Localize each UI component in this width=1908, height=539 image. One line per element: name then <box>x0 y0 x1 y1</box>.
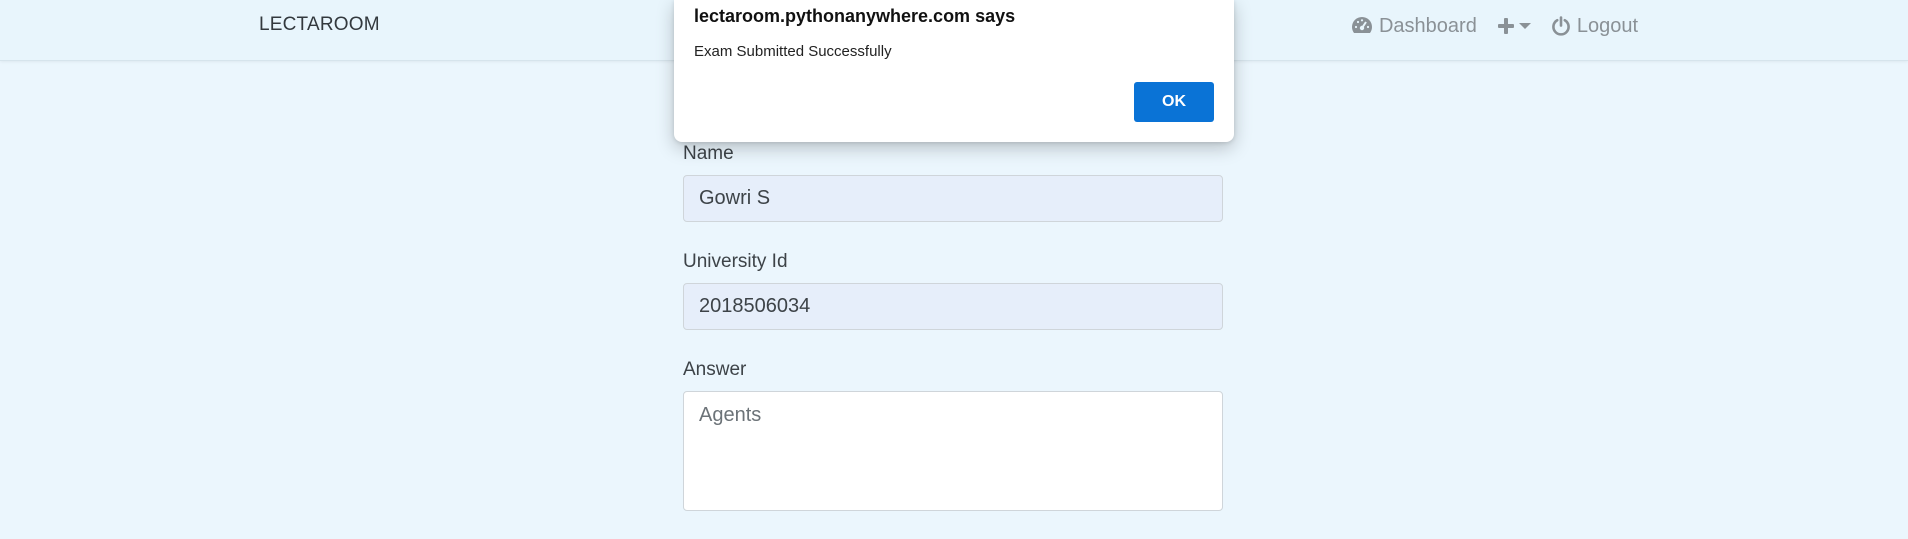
logout-link[interactable]: Logout <box>1551 15 1638 38</box>
name-group: Name Gowri S <box>683 142 1223 222</box>
tachometer-icon <box>1351 16 1373 36</box>
university-id-label: University Id <box>683 251 788 272</box>
exam-form: Name Gowri S University Id 2018506034 An… <box>683 142 1223 539</box>
university-id-group: University Id 2018506034 <box>683 250 1223 330</box>
answer-label: Answer <box>683 359 747 380</box>
power-icon <box>1551 16 1571 36</box>
dialog-title: lectaroom.pythonanywhere.com says <box>694 6 1016 26</box>
name-label: Name <box>683 143 734 164</box>
dashboard-link[interactable]: Dashboard <box>1351 15 1477 38</box>
name-input[interactable]: Gowri S <box>683 175 1223 222</box>
dialog-message: Exam Submitted Successfully <box>694 43 892 60</box>
answer-textarea[interactable]: Agents <box>683 391 1223 511</box>
nav-right: Dashboard Logout <box>1351 12 1638 40</box>
plus-icon <box>1497 17 1515 35</box>
alert-dialog: lectaroom.pythonanywhere.com says Exam S… <box>674 0 1234 142</box>
answer-group: Answer Agents <box>683 358 1223 511</box>
university-id-input[interactable]: 2018506034 <box>683 283 1223 330</box>
dashboard-label: Dashboard <box>1378 14 1477 37</box>
caret-down-icon <box>1518 22 1531 30</box>
ok-button[interactable]: OK <box>1134 82 1214 122</box>
brand-logo[interactable]: LECTAROOM <box>259 14 380 36</box>
logout-label: Logout <box>1576 14 1638 37</box>
add-dropdown-toggle[interactable] <box>1497 17 1531 35</box>
